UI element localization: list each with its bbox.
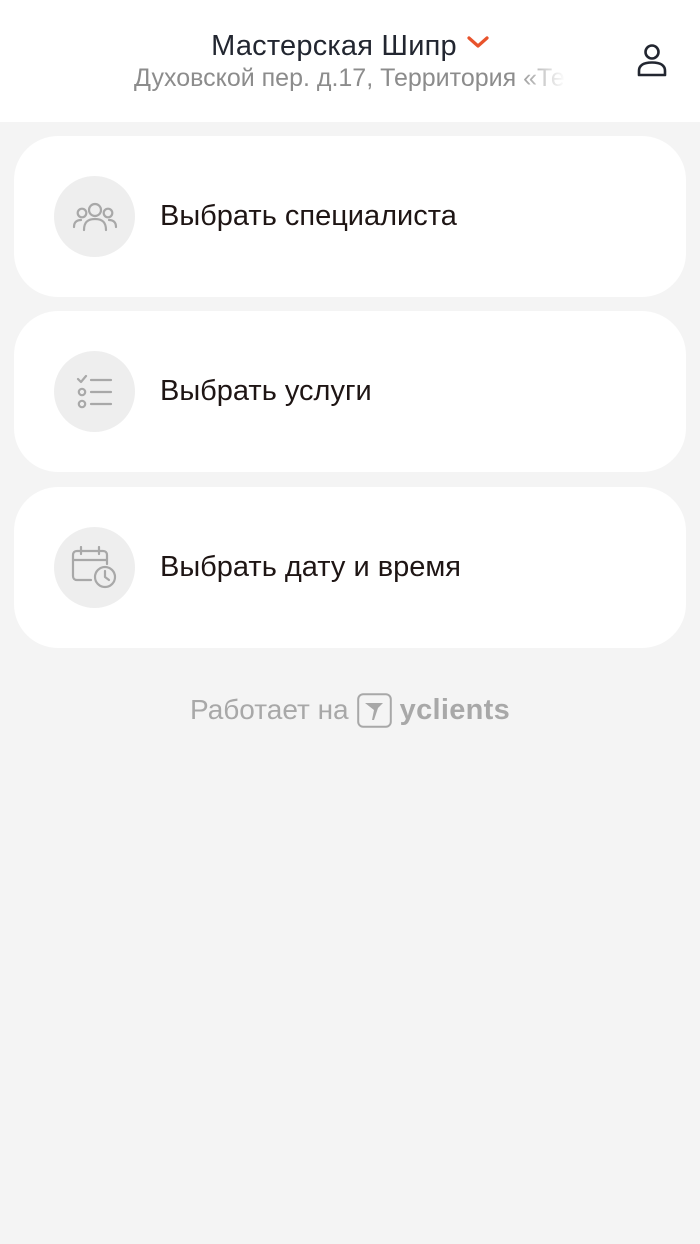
- calendar-clock-icon: [54, 527, 135, 608]
- users-icon: [54, 176, 135, 257]
- profile-button[interactable]: [626, 38, 678, 86]
- company-title-row: Мастерская Шипр: [134, 28, 566, 64]
- select-services-label: Выбрать услуги: [160, 375, 372, 407]
- select-services-button[interactable]: Выбрать услуги: [14, 311, 686, 472]
- powered-by-link[interactable]: Работает на yclients: [0, 690, 700, 730]
- user-icon: [636, 43, 668, 82]
- company-address: Духовской пер. д.17, Территория «Террито…: [134, 64, 566, 92]
- checklist-icon: [54, 351, 135, 432]
- select-datetime-label: Выбрать дату и время: [160, 551, 462, 583]
- header: Мастерская Шипр Духовской пер. д.17, Тер…: [0, 0, 700, 122]
- select-specialist-button[interactable]: Выбрать специалиста: [14, 136, 686, 297]
- select-datetime-button[interactable]: Выбрать дату и время: [14, 487, 686, 648]
- yclients-logo-icon: [356, 692, 392, 728]
- company-selector[interactable]: Мастерская Шипр Духовской пер. д.17, Тер…: [134, 28, 566, 98]
- company-name: Мастерская Шипр: [211, 29, 457, 62]
- select-specialist-label: Выбрать специалиста: [160, 200, 457, 232]
- yclients-brand: yclients: [399, 693, 511, 726]
- chevron-down-icon: [467, 36, 489, 50]
- powered-by-text: Работает на: [189, 694, 349, 725]
